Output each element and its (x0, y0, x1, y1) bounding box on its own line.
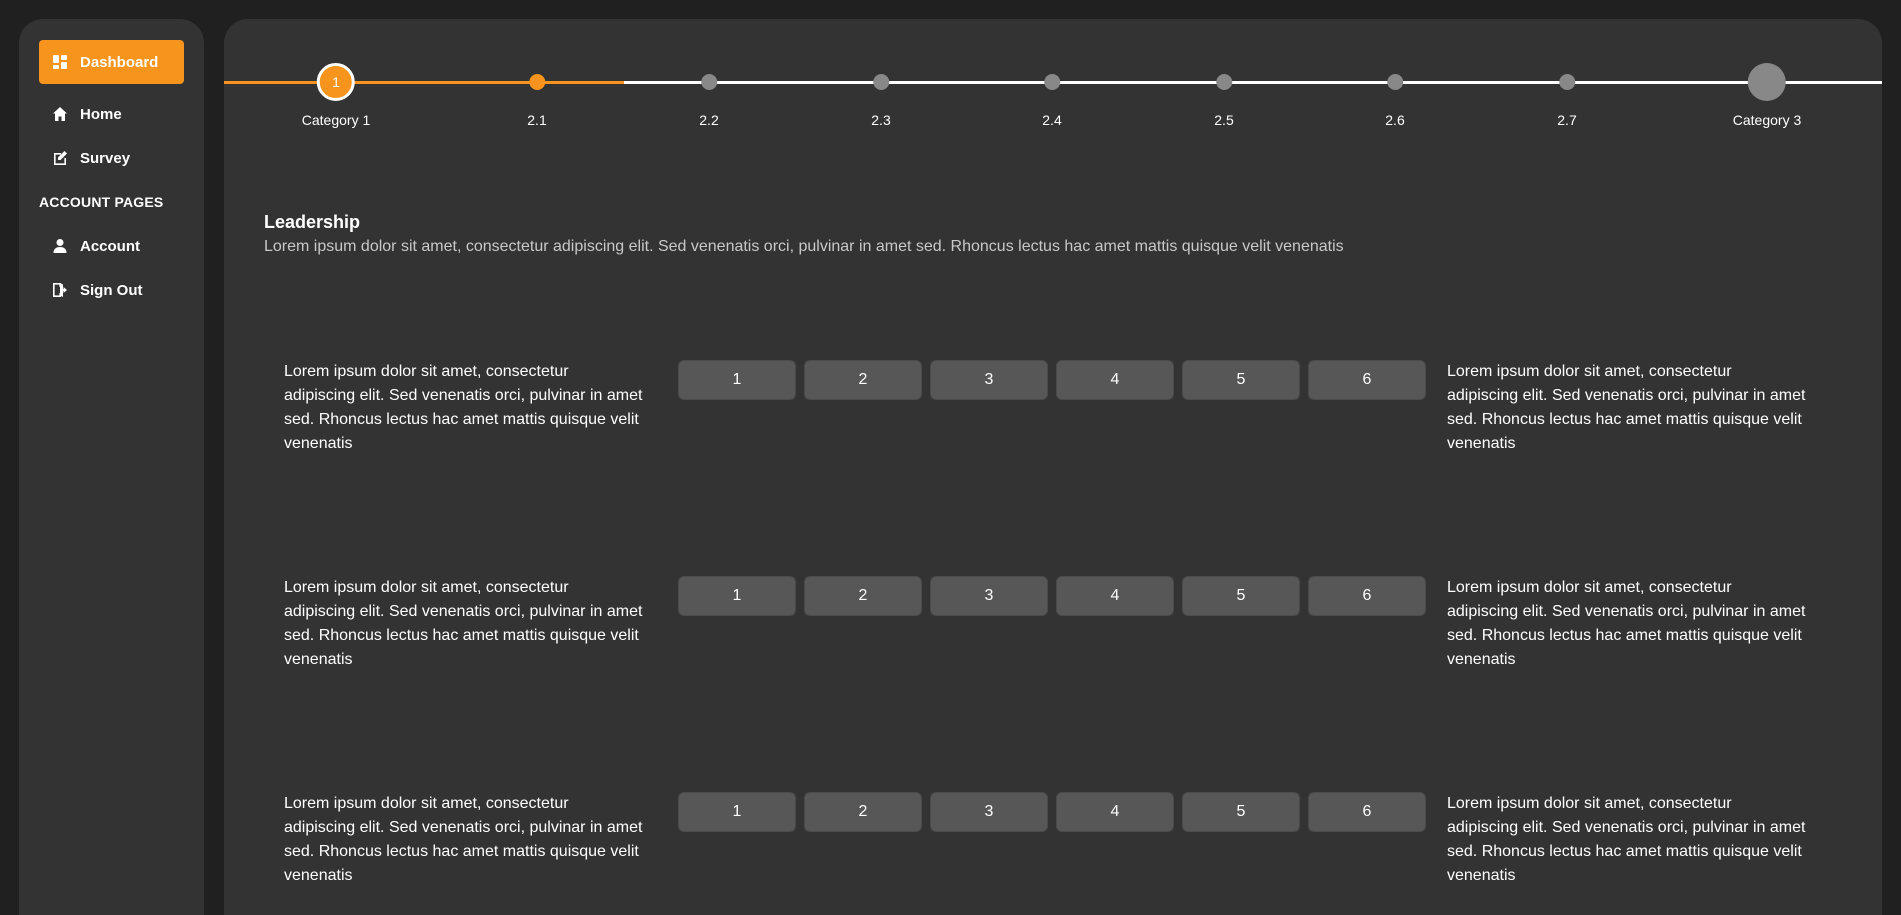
rating-option-4[interactable]: 4 (1056, 360, 1174, 400)
sidebar-item-account[interactable]: Account (39, 224, 184, 268)
sidebar-item-dashboard[interactable]: Dashboard (39, 40, 184, 84)
step-label: 2.1 (527, 112, 547, 128)
edit-icon (52, 150, 68, 166)
step-2-7[interactable]: 2.7 (1557, 59, 1577, 128)
sidebar-item-sign-out[interactable]: Sign Out (39, 268, 184, 312)
sidebar-item-home[interactable]: Home (39, 92, 184, 136)
step-2-1[interactable]: 2.1 (527, 59, 547, 128)
question-right-statement: Lorem ipsum dolor sit amet, consectetur … (1447, 579, 1806, 668)
question-left-statement: Lorem ipsum dolor sit amet, consectetur … (284, 363, 643, 452)
sidebar-item-label: Dashboard (80, 53, 159, 71)
step-label: 2.4 (1042, 112, 1062, 128)
step-label: 2.3 (871, 112, 891, 128)
question-row: Lorem ipsum dolor sit amet, consectetur … (284, 792, 1844, 892)
sidebar-item-label: Home (80, 105, 122, 123)
step-category-1[interactable]: 1 Category 1 (302, 59, 370, 128)
rating-scale: 1 2 3 4 5 6 (678, 576, 1426, 616)
rating-scale: 1 2 3 4 5 6 (678, 360, 1426, 400)
rating-option-6[interactable]: 6 (1308, 792, 1426, 832)
progress-stepper: 1 Category 1 2.1 2.2 2.3 2.4 2.5 2.6 2.7… (224, 59, 1882, 139)
step-label: 2.6 (1385, 112, 1405, 128)
rating-option-3[interactable]: 3 (930, 576, 1048, 616)
step-marker (1216, 74, 1232, 90)
rating-option-1[interactable]: 1 (678, 792, 796, 832)
step-label: 2.2 (699, 112, 719, 128)
section-title: Leadership (264, 212, 361, 232)
step-marker (1559, 74, 1575, 90)
step-2-3[interactable]: 2.3 (871, 59, 891, 128)
rating-option-2[interactable]: 2 (804, 360, 922, 400)
step-2-2[interactable]: 2.2 (699, 59, 719, 128)
step-marker (1747, 63, 1786, 101)
rating-option-2[interactable]: 2 (804, 576, 922, 616)
survey-panel: 1 Category 1 2.1 2.2 2.3 2.4 2.5 2.6 2.7… (224, 19, 1882, 915)
rating-option-5[interactable]: 5 (1182, 576, 1300, 616)
rating-option-5[interactable]: 5 (1182, 792, 1300, 832)
rating-option-3[interactable]: 3 (930, 360, 1048, 400)
rating-option-5[interactable]: 5 (1182, 360, 1300, 400)
rating-option-4[interactable]: 4 (1056, 576, 1174, 616)
sidebar-item-label: Sign Out (80, 281, 143, 299)
step-category-3[interactable]: Category 3 (1733, 59, 1801, 128)
home-icon (52, 106, 68, 122)
question-right-statement: Lorem ipsum dolor sit amet, consectetur … (1447, 795, 1806, 884)
question-row: Lorem ipsum dolor sit amet, consectetur … (284, 360, 1844, 460)
step-marker (873, 74, 889, 90)
user-icon (52, 238, 68, 254)
sidebar-item-label: Survey (80, 149, 131, 167)
account-pages-heading: ACCOUNT PAGES (39, 194, 164, 210)
step-marker (1387, 74, 1403, 90)
sidebar-item-label: Account (80, 237, 140, 255)
step-label: 2.5 (1214, 112, 1234, 128)
dashboard-icon (52, 54, 68, 70)
step-marker (529, 74, 545, 90)
rating-option-1[interactable]: 1 (678, 576, 796, 616)
sidebar-item-survey[interactable]: Survey (39, 136, 184, 180)
step-label: Category 1 (301, 112, 371, 128)
step-marker (1044, 74, 1060, 90)
rating-option-6[interactable]: 6 (1308, 576, 1426, 616)
sign-out-icon (52, 282, 68, 298)
rating-option-3[interactable]: 3 (930, 792, 1048, 832)
rating-option-1[interactable]: 1 (678, 360, 796, 400)
sidebar: Dashboard Home Survey ACCOUNT PAGES Acco… (19, 19, 204, 915)
step-2-5[interactable]: 2.5 (1214, 59, 1234, 128)
step-marker (701, 74, 717, 90)
stepper-track-completed (224, 81, 624, 84)
rating-option-6[interactable]: 6 (1308, 360, 1426, 400)
question-right-statement: Lorem ipsum dolor sit amet, consectetur … (1447, 363, 1806, 452)
question-left-statement: Lorem ipsum dolor sit amet, consectetur … (284, 795, 643, 884)
step-label: Category 3 (1732, 112, 1802, 128)
question-left-statement: Lorem ipsum dolor sit amet, consectetur … (284, 579, 643, 668)
section-header: Leadership Lorem ipsum dolor sit amet, c… (264, 212, 1764, 256)
stepper-track-remaining (624, 81, 1882, 84)
rating-option-4[interactable]: 4 (1056, 792, 1174, 832)
section-description: Lorem ipsum dolor sit amet, consectetur … (264, 238, 1344, 255)
rating-option-2[interactable]: 2 (804, 792, 922, 832)
step-2-4[interactable]: 2.4 (1042, 59, 1062, 128)
rating-scale: 1 2 3 4 5 6 (678, 792, 1426, 832)
step-label: 2.7 (1557, 112, 1577, 128)
question-row: Lorem ipsum dolor sit amet, consectetur … (284, 576, 1844, 676)
step-2-6[interactable]: 2.6 (1385, 59, 1405, 128)
step-marker: 1 (316, 63, 355, 101)
